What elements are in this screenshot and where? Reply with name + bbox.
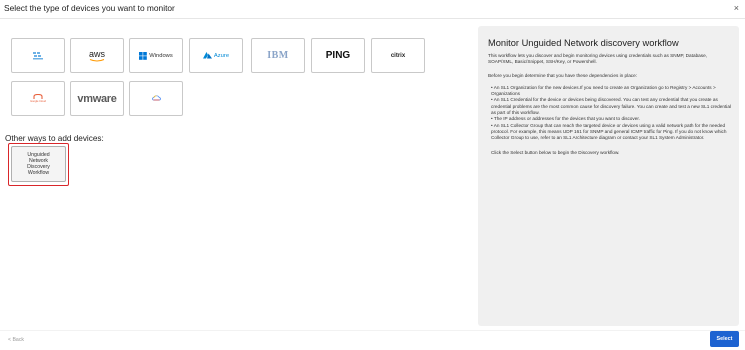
udw-line: Workflow [27, 170, 50, 177]
header-divider [0, 18, 745, 19]
ibm-label: IBM [267, 50, 289, 61]
aws-smile-icon [89, 58, 105, 61]
panel-title: Monitor Unguided Network discovery workf… [488, 38, 679, 48]
azure-label: Azure [213, 52, 230, 59]
aws-label: aws [88, 48, 105, 59]
header-title: Select the type of devices you want to m… [4, 3, 175, 13]
dependency-list: An SL1 Organization for the new devices.… [488, 85, 731, 142]
tile-ibm[interactable]: IBM [251, 38, 305, 73]
other-ways-heading: Other ways to add devices: [5, 134, 104, 143]
tile-citrix[interactable]: citrix [371, 38, 425, 73]
select-instruction: Click the Select button below to begin t… [491, 149, 620, 155]
windows-label: Windows [149, 52, 173, 59]
close-icon[interactable]: × [734, 4, 739, 13]
dependency-item: An SL1 Collector Group that can reach th… [488, 123, 731, 142]
tile-aws[interactable]: aws [70, 38, 124, 73]
panel-intro: This workflow lets you discover and begi… [488, 53, 708, 65]
vmware-label: vmware [77, 92, 117, 105]
dependency-item: An SL1 Credential for the device or devi… [488, 97, 731, 116]
dependency-item: An SL1 Organization for the new devices.… [488, 85, 731, 98]
azure-icon [202, 52, 212, 59]
tile-vmware[interactable]: vmware [70, 81, 124, 116]
citrix-label: citrix [390, 52, 406, 59]
footer-divider [0, 330, 745, 331]
tile-windows[interactable]: Windows [129, 38, 183, 73]
tile-ping[interactable]: PING [311, 38, 365, 73]
info-panel: Monitor Unguided Network discovery workf… [478, 26, 739, 326]
udw-label: Unguided Network Discovery Workflow [27, 152, 50, 177]
gcp-icon [151, 95, 161, 101]
select-button[interactable]: Select [710, 331, 739, 347]
windows-icon [139, 51, 148, 60]
tile-google-cloud[interactable]: Google Cloud [11, 81, 65, 116]
tile-azure[interactable]: Azure [189, 38, 243, 73]
unguided-network-discovery-workflow-tile[interactable]: Unguided Network Discovery Workflow [11, 146, 66, 182]
tile-gcp[interactable] [129, 81, 183, 116]
google-cloud-label: Google Cloud [30, 99, 46, 103]
google-cloud-icon [33, 93, 43, 99]
back-button[interactable]: < Back [8, 337, 24, 343]
udw-line: Unguided [27, 151, 50, 158]
ping-label: PING [325, 50, 351, 61]
tile-vmware-tanzu[interactable] [11, 38, 65, 73]
panel-dependencies: Before you begin determine that you have… [488, 72, 638, 78]
vmware-tanzu-icon [33, 51, 43, 59]
